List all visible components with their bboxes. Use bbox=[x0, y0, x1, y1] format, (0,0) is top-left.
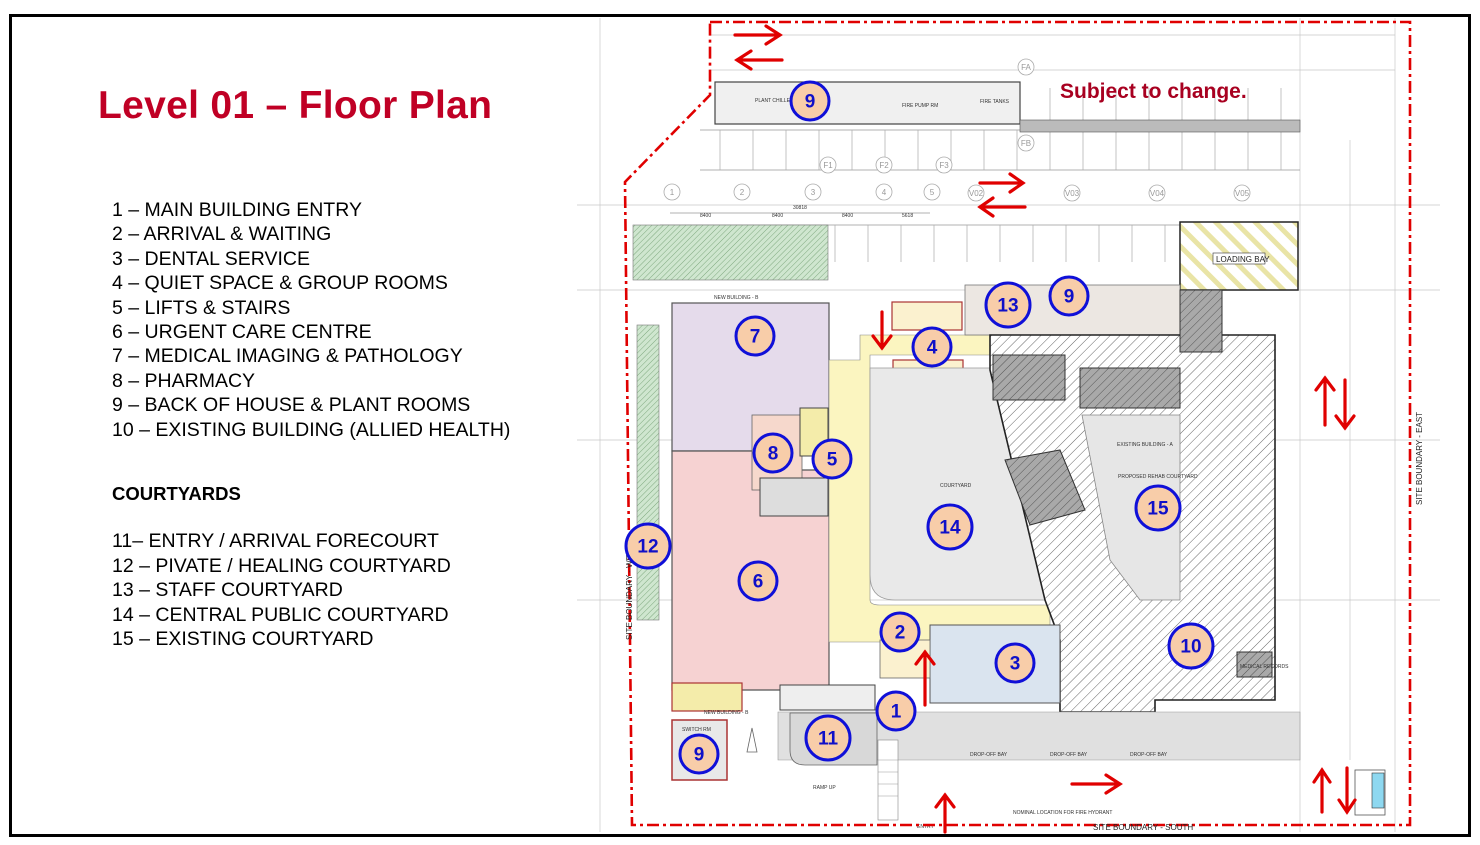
zone-marker-number: 6 bbox=[753, 572, 764, 593]
rooms-existing-dark bbox=[1079, 367, 1181, 409]
zone-marker-number: 4 bbox=[927, 338, 938, 359]
label-fire-tanks: FIRE TANKS bbox=[980, 99, 1010, 105]
zone-marker-number: 9 bbox=[1064, 287, 1075, 308]
dimension-label: 8400 bbox=[842, 213, 853, 219]
grid-bubble-label: V05 bbox=[1235, 189, 1250, 198]
zone-marker-5: 5 bbox=[811, 438, 853, 480]
zone-marker-8: 8 bbox=[752, 432, 794, 474]
zone-marker-14: 14 bbox=[926, 503, 974, 551]
zone-marker-1: 1 bbox=[875, 690, 917, 732]
label-boundary-east: SITE BOUNDARY - EAST bbox=[1415, 412, 1424, 505]
label-drop-off: DROP-OFF BAY bbox=[970, 752, 1008, 758]
grid-bubble-label: V03 bbox=[1065, 189, 1080, 198]
grid-bubble-label: FB bbox=[1021, 139, 1031, 148]
zone-marker-9: 9 bbox=[678, 733, 720, 775]
zone-marker-4: 4 bbox=[911, 326, 953, 368]
zone-marker-3: 3 bbox=[994, 642, 1036, 684]
zone-marker-12: 12 bbox=[624, 522, 672, 570]
room-quiet bbox=[891, 301, 963, 331]
zone-marker-number: 3 bbox=[1010, 654, 1021, 675]
floor-plan: PLANT CHILLER FIRE PUMP RM FIRE TANKS LO… bbox=[577, 18, 1443, 834]
zone-marker-number: 8 bbox=[768, 444, 779, 465]
grid-bubble-label: 4 bbox=[882, 188, 887, 197]
zone-marker-number: 10 bbox=[1180, 637, 1201, 658]
stair-b bbox=[671, 682, 743, 712]
zone-marker-13: 13 bbox=[984, 281, 1032, 329]
zone-marker-10: 10 bbox=[1167, 622, 1215, 670]
room-stf-ofe bbox=[992, 354, 1066, 401]
grid-bubble-label: V02 bbox=[969, 189, 984, 198]
water-tank bbox=[1371, 772, 1385, 809]
label-new-building: NEW BUILDING - B bbox=[714, 295, 759, 301]
label-switch-rm: SWITCH RM bbox=[682, 727, 711, 733]
zone-marker-number: 5 bbox=[827, 450, 838, 471]
zone-marker-number: 9 bbox=[805, 92, 816, 113]
zone-marker-2: 2 bbox=[879, 611, 921, 653]
entry-steps bbox=[877, 739, 899, 821]
label-rehab: PROPOSED REHAB COURTYARD bbox=[1118, 474, 1198, 480]
bin-strip bbox=[1019, 119, 1301, 133]
zone-stairs bbox=[759, 477, 829, 517]
subject-to-change-notice: Subject to change. bbox=[1060, 80, 1247, 103]
grid-bubble-label: 2 bbox=[740, 188, 745, 197]
grid-bubble-label: 5 bbox=[930, 188, 935, 197]
zone-marker-11: 11 bbox=[804, 714, 852, 762]
grid-bubble-label: F1 bbox=[823, 161, 833, 170]
zone-marker-number: 11 bbox=[818, 729, 839, 750]
zone-marker-number: 15 bbox=[1147, 499, 1169, 520]
label-fire-hydrant: NOMINAL LOCATION FOR FIRE HYDRANT bbox=[1013, 810, 1112, 816]
landscape-strip-top bbox=[632, 224, 829, 281]
zone-marker-number: 13 bbox=[997, 296, 1018, 317]
grid-bubble-label: 1 bbox=[670, 188, 675, 197]
label-boundary-south: SITE BOUNDARY - SOUTH bbox=[1093, 823, 1193, 832]
landscape-strip-west bbox=[636, 324, 660, 621]
dimension-label: 8400 bbox=[700, 213, 711, 219]
zone-marker-number: 1 bbox=[891, 702, 902, 723]
label-ramp-up: RAMP UP bbox=[813, 785, 836, 791]
label-fire-pump: FIRE PUMP RM bbox=[902, 103, 938, 109]
zone-marker-7: 7 bbox=[734, 315, 776, 357]
label-drop-off: DROP-OFF BAY bbox=[1050, 752, 1088, 758]
dimension-label: 8400 bbox=[772, 213, 783, 219]
grid-bubble-label: V04 bbox=[1150, 189, 1165, 198]
zone-marker-9: 9 bbox=[789, 80, 831, 122]
zone-marker-number: 12 bbox=[637, 537, 658, 558]
zone-marker-9: 9 bbox=[1048, 275, 1090, 317]
dimension-label: 5618 bbox=[902, 213, 913, 219]
room-meet bbox=[1179, 289, 1223, 353]
grid-bubble-label: F3 bbox=[939, 161, 949, 170]
grid-bubble-label: FA bbox=[1021, 63, 1031, 72]
zone-marker-6: 6 bbox=[737, 560, 779, 602]
zone-marker-number: 9 bbox=[694, 745, 705, 766]
label-loading-bay: LOADING BAY bbox=[1216, 255, 1270, 264]
zone-marker-number: 7 bbox=[750, 327, 761, 348]
room-eds bbox=[779, 684, 876, 711]
label-drop-off: DROP-OFF BAY bbox=[1130, 752, 1168, 758]
dimension-label: 30818 bbox=[793, 205, 807, 211]
grid-bubble-label: F2 bbox=[879, 161, 889, 170]
grid-bubble-label: 3 bbox=[811, 188, 816, 197]
label-courtyard: COURTYARD bbox=[940, 483, 972, 489]
label-new-building-b: NEW BUILDING - B bbox=[704, 710, 749, 716]
zone-marker-number: 14 bbox=[939, 518, 961, 539]
zone-marker-number: 2 bbox=[895, 623, 906, 644]
label-plant-chiller: PLANT CHILLER bbox=[755, 98, 794, 104]
zone-marker-15: 15 bbox=[1134, 484, 1182, 532]
label-medical-records: MEDICAL RECORDS bbox=[1240, 664, 1289, 670]
label-existing-building: EXISTING BUILDING - A bbox=[1117, 442, 1174, 448]
